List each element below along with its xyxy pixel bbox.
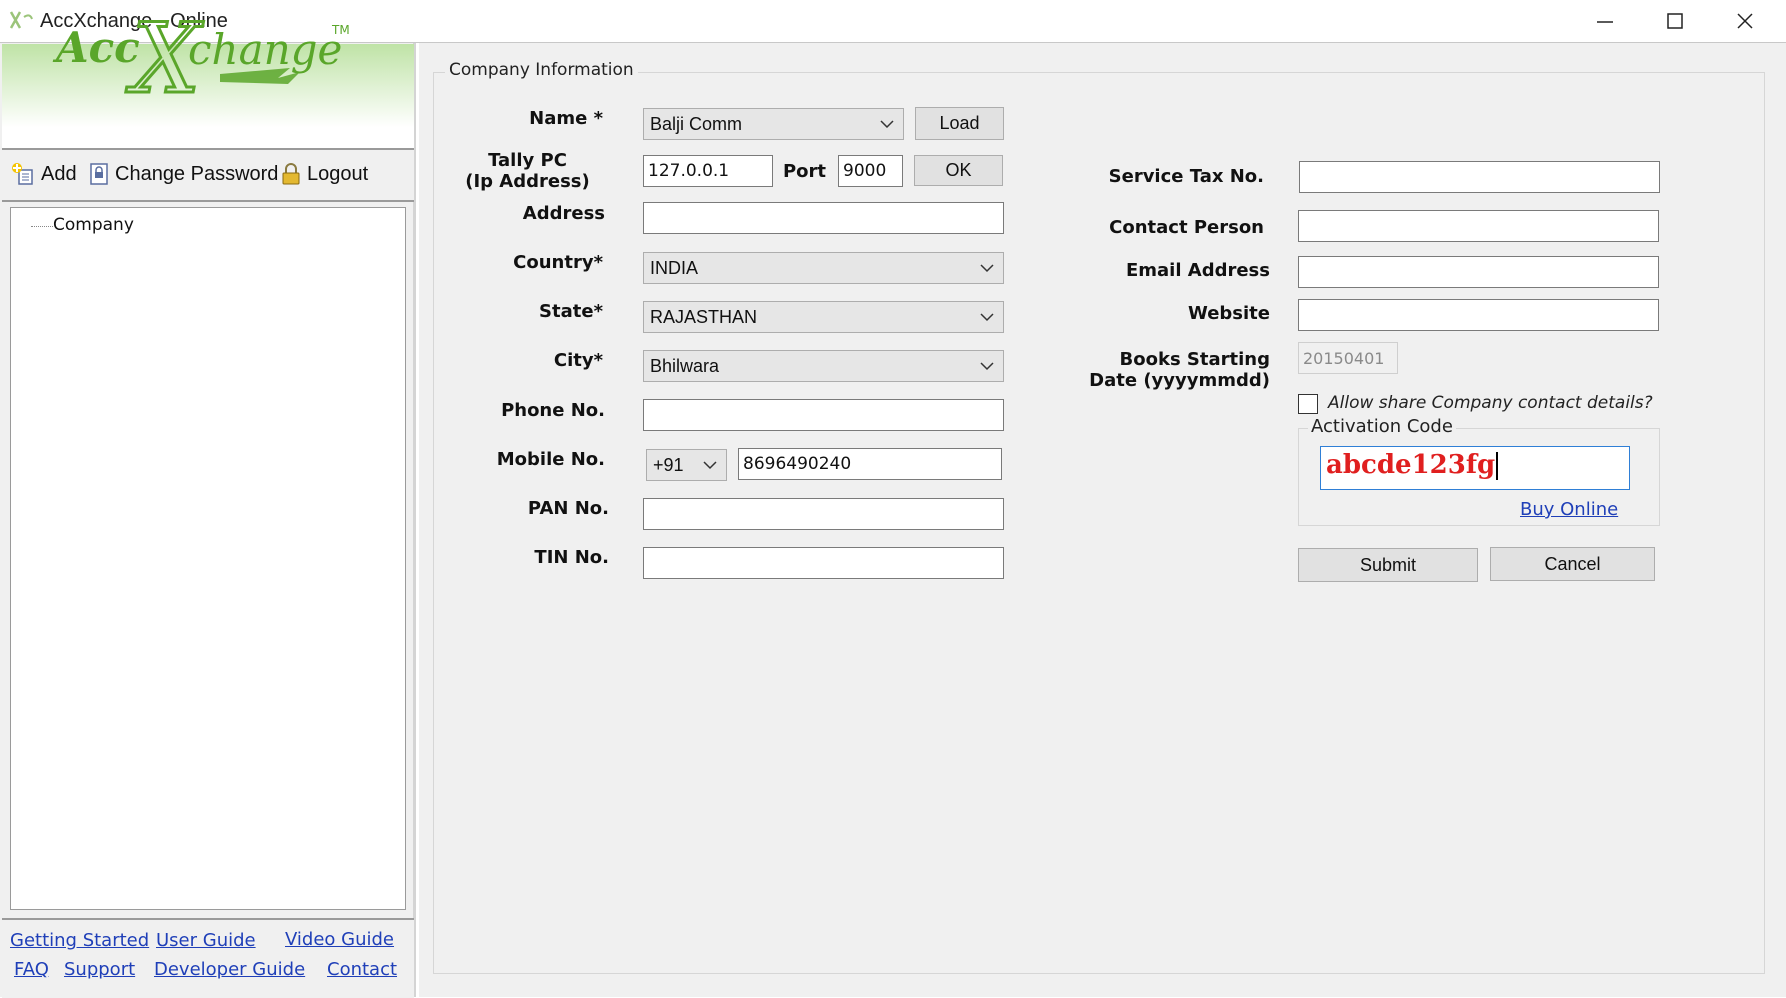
phone-input[interactable]	[643, 399, 1004, 431]
logo-change-text: change	[188, 25, 342, 74]
accxchange-logo: Acc X change TM	[40, 2, 370, 117]
logo-tm: TM	[331, 23, 350, 37]
email-input[interactable]	[1298, 256, 1659, 288]
contact-person-label: Contact Person	[1109, 217, 1264, 238]
tree-connector	[31, 226, 53, 227]
support-link[interactable]: Support	[64, 959, 135, 980]
company-info-title: Company Information	[445, 60, 638, 80]
city-select[interactable]: Bhilwara	[643, 350, 1004, 382]
name-label: Name *	[529, 108, 603, 129]
mobile-input[interactable]: 8696490240	[738, 448, 1002, 480]
chevron-down-icon	[980, 264, 994, 273]
name-select-value: Balji Comm	[650, 114, 743, 134]
activation-code-value: abcde123fg	[1326, 450, 1496, 480]
add-label: Add	[41, 162, 77, 185]
company-tree[interactable]: Company	[10, 207, 406, 910]
user-guide-link[interactable]: User Guide	[156, 930, 256, 951]
chevron-down-icon	[980, 362, 994, 371]
faq-link[interactable]: FAQ	[14, 959, 49, 980]
port-label: Port	[782, 161, 826, 182]
books-start-label-line1: Books Starting	[1119, 349, 1270, 370]
state-select[interactable]: RAJASTHAN	[643, 301, 1004, 333]
phone-label: Phone No.	[501, 400, 605, 421]
tally-pc-label-line1: Tally PC	[488, 150, 567, 171]
state-label: State*	[539, 301, 603, 322]
activation-code-input[interactable]: abcde123fg	[1320, 446, 1630, 490]
service-tax-input[interactable]	[1299, 161, 1660, 193]
tin-input[interactable]	[643, 547, 1004, 579]
change-password-label: Change Password	[115, 162, 279, 185]
minimize-icon	[1597, 21, 1613, 23]
service-tax-label: Service Tax No.	[1108, 166, 1264, 187]
state-select-value: RAJASTHAN	[650, 307, 758, 327]
tally-pc-label: Tally PC (Ip Address)	[450, 150, 605, 192]
name-select[interactable]: Balji Comm	[643, 108, 904, 140]
country-code-value: +91	[653, 455, 684, 475]
add-button[interactable]: Add	[10, 160, 77, 188]
cancel-button[interactable]: Cancel	[1490, 547, 1655, 581]
contact-link[interactable]: Contact	[327, 959, 397, 980]
logout-label: Logout	[307, 162, 369, 185]
chevron-down-icon	[880, 120, 894, 129]
mobile-label: Mobile No.	[496, 449, 605, 470]
contact-person-input[interactable]	[1298, 210, 1659, 242]
city-select-value: Bhilwara	[650, 356, 720, 376]
close-icon	[1737, 13, 1753, 29]
buy-online-link[interactable]: Buy Online	[1520, 499, 1618, 520]
tree-item-company[interactable]: Company	[53, 215, 134, 235]
address-input[interactable]	[643, 202, 1004, 234]
address-label: Address	[522, 203, 605, 224]
chevron-down-icon	[980, 313, 994, 322]
website-input[interactable]	[1298, 299, 1659, 331]
books-start-label: Books Starting Date (yyyymmdd)	[1060, 349, 1270, 391]
pan-label: PAN No.	[527, 498, 609, 519]
city-label: City*	[553, 350, 603, 371]
minimize-button[interactable]	[1570, 0, 1640, 42]
logout-button[interactable]: Logout	[280, 160, 368, 188]
load-button[interactable]: Load	[915, 107, 1004, 140]
country-label: Country*	[513, 252, 603, 273]
website-label: Website	[1187, 303, 1270, 324]
submit-button[interactable]: Submit	[1298, 548, 1478, 582]
share-contact-label: Allow share Company contact details?	[1328, 393, 1653, 413]
share-contact-checkbox[interactable]	[1298, 394, 1318, 414]
activation-code-title: Activation Code	[1308, 416, 1456, 437]
add-icon	[12, 163, 33, 185]
chevron-down-icon	[703, 461, 717, 470]
toolbar: Add Change Password Logout	[2, 150, 414, 202]
logo-acc-text: Acc	[52, 23, 140, 72]
close-button[interactable]	[1710, 0, 1780, 42]
change-password-button[interactable]: Change Password	[88, 160, 278, 188]
help-links: Getting Started User Guide Video Guide F…	[2, 918, 414, 998]
text-caret	[1496, 452, 1499, 480]
books-start-label-line2: Date (yyyymmdd)	[1089, 370, 1270, 391]
country-code-select[interactable]: +91	[646, 449, 727, 481]
country-select[interactable]: INDIA	[643, 252, 1004, 284]
email-label: Email Address	[1125, 260, 1270, 281]
ok-button[interactable]: OK	[914, 155, 1003, 186]
app-icon	[8, 9, 34, 31]
tally-ip-input[interactable]: 127.0.0.1	[643, 155, 773, 187]
books-start-date-input[interactable]: 20150401	[1298, 342, 1398, 374]
pan-input[interactable]	[643, 498, 1004, 530]
developer-guide-link[interactable]: Developer Guide	[154, 959, 305, 980]
tally-pc-label-line2: (Ip Address)	[465, 171, 590, 192]
tin-label: TIN No.	[534, 547, 609, 568]
password-doc-icon	[90, 163, 108, 185]
maximize-icon	[1667, 13, 1683, 29]
lock-icon	[282, 163, 300, 185]
getting-started-link[interactable]: Getting Started	[10, 930, 149, 951]
maximize-button[interactable]	[1640, 0, 1710, 42]
country-select-value: INDIA	[650, 258, 699, 278]
video-guide-link[interactable]: Video Guide	[285, 929, 394, 950]
port-input[interactable]: 9000	[838, 155, 903, 187]
